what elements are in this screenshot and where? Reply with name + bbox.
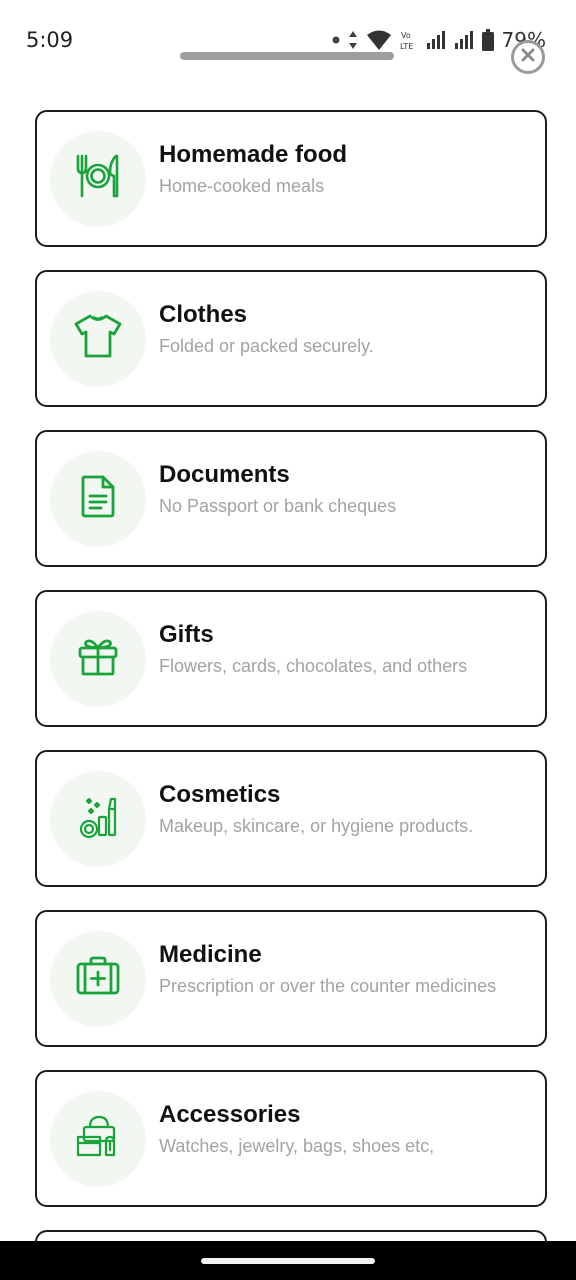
battery-icon (481, 29, 494, 51)
category-title: Documents (159, 460, 290, 488)
category-title: Clothes (159, 300, 248, 328)
plate-cutlery-icon (74, 152, 122, 205)
category-title: Medicine (159, 940, 262, 968)
category-text: Medicine Prescription or over the counte… (159, 940, 496, 998)
tshirt-icon (73, 313, 123, 364)
category-card-documents[interactable]: Documents No Passport or bank cheques (35, 430, 547, 567)
category-card-cosmetics[interactable]: Cosmetics Makeup, skincare, or hygiene p… (35, 750, 547, 887)
category-card-accessories[interactable]: Accessories Watches, jewelry, bags, shoe… (35, 1070, 547, 1207)
close-button[interactable] (511, 40, 545, 74)
category-text: Cosmetics Makeup, skincare, or hygiene p… (159, 780, 473, 838)
status-bar: 5:09 Vo LTE (0, 0, 576, 80)
category-subtitle: Prescription or over the counter medicin… (159, 975, 497, 996)
category-list: Homemade food Home-cooked meals Clothes … (35, 110, 547, 1250)
category-title: Gifts (159, 620, 214, 648)
volte-icon: Vo LTE (400, 29, 418, 51)
svg-text:LTE: LTE (400, 42, 413, 51)
category-subtitle: Home-cooked meals (159, 175, 325, 196)
icon-badge (50, 770, 146, 867)
category-text: Clothes Folded or packed securely. (159, 300, 374, 358)
category-text: Accessories Watches, jewelry, bags, shoe… (159, 1100, 434, 1158)
category-card-medicine[interactable]: Medicine Prescription or over the counte… (35, 910, 547, 1047)
sheet-drag-handle[interactable] (180, 52, 394, 60)
category-card-gifts[interactable]: Gifts Flowers, cards, chocolates, and ot… (35, 590, 547, 727)
category-subtitle: Watches, jewelry, bags, shoes etc, (159, 1135, 435, 1156)
icon-badge (50, 610, 146, 707)
gift-icon (77, 635, 119, 682)
screen: 5:09 Vo LTE Homemade food Home-cooked me… (0, 0, 576, 1280)
data-arrows-icon (348, 30, 358, 50)
category-subtitle: Flowers, cards, chocolates, and others (159, 655, 468, 676)
icon-badge (50, 290, 146, 387)
category-text: Gifts Flowers, cards, chocolates, and ot… (159, 620, 467, 678)
icon-badge (50, 130, 146, 227)
notification-dot-icon (332, 36, 340, 44)
category-title: Cosmetics (159, 780, 281, 808)
cosmetics-icon (75, 793, 121, 844)
category-card-clothes[interactable]: Clothes Folded or packed securely. (35, 270, 547, 407)
signal-1-icon (426, 30, 446, 50)
icon-badge (50, 450, 146, 547)
bag-accessories-icon (74, 1113, 122, 1164)
category-card-homemade-food[interactable]: Homemade food Home-cooked meals (35, 110, 547, 247)
status-time: 5:09 (26, 28, 74, 52)
signal-2-icon (454, 30, 474, 50)
svg-text:Vo: Vo (401, 31, 411, 40)
home-gesture-pill[interactable] (201, 1258, 375, 1264)
wifi-icon (366, 29, 392, 51)
medical-kit-icon (75, 956, 121, 1001)
category-subtitle: No Passport or bank cheques (159, 495, 397, 516)
category-title: Homemade food (159, 140, 348, 168)
category-subtitle: Folded or packed securely. (159, 335, 374, 356)
category-text: Homemade food Home-cooked meals (159, 140, 347, 198)
icon-badge (50, 1090, 146, 1187)
close-icon (520, 47, 536, 68)
category-subtitle: Makeup, skincare, or hygiene products. (159, 815, 474, 836)
category-title: Accessories (159, 1100, 301, 1128)
system-navigation-bar (0, 1241, 576, 1280)
category-text: Documents No Passport or bank cheques (159, 460, 396, 518)
document-icon (79, 474, 117, 523)
icon-badge (50, 930, 146, 1027)
